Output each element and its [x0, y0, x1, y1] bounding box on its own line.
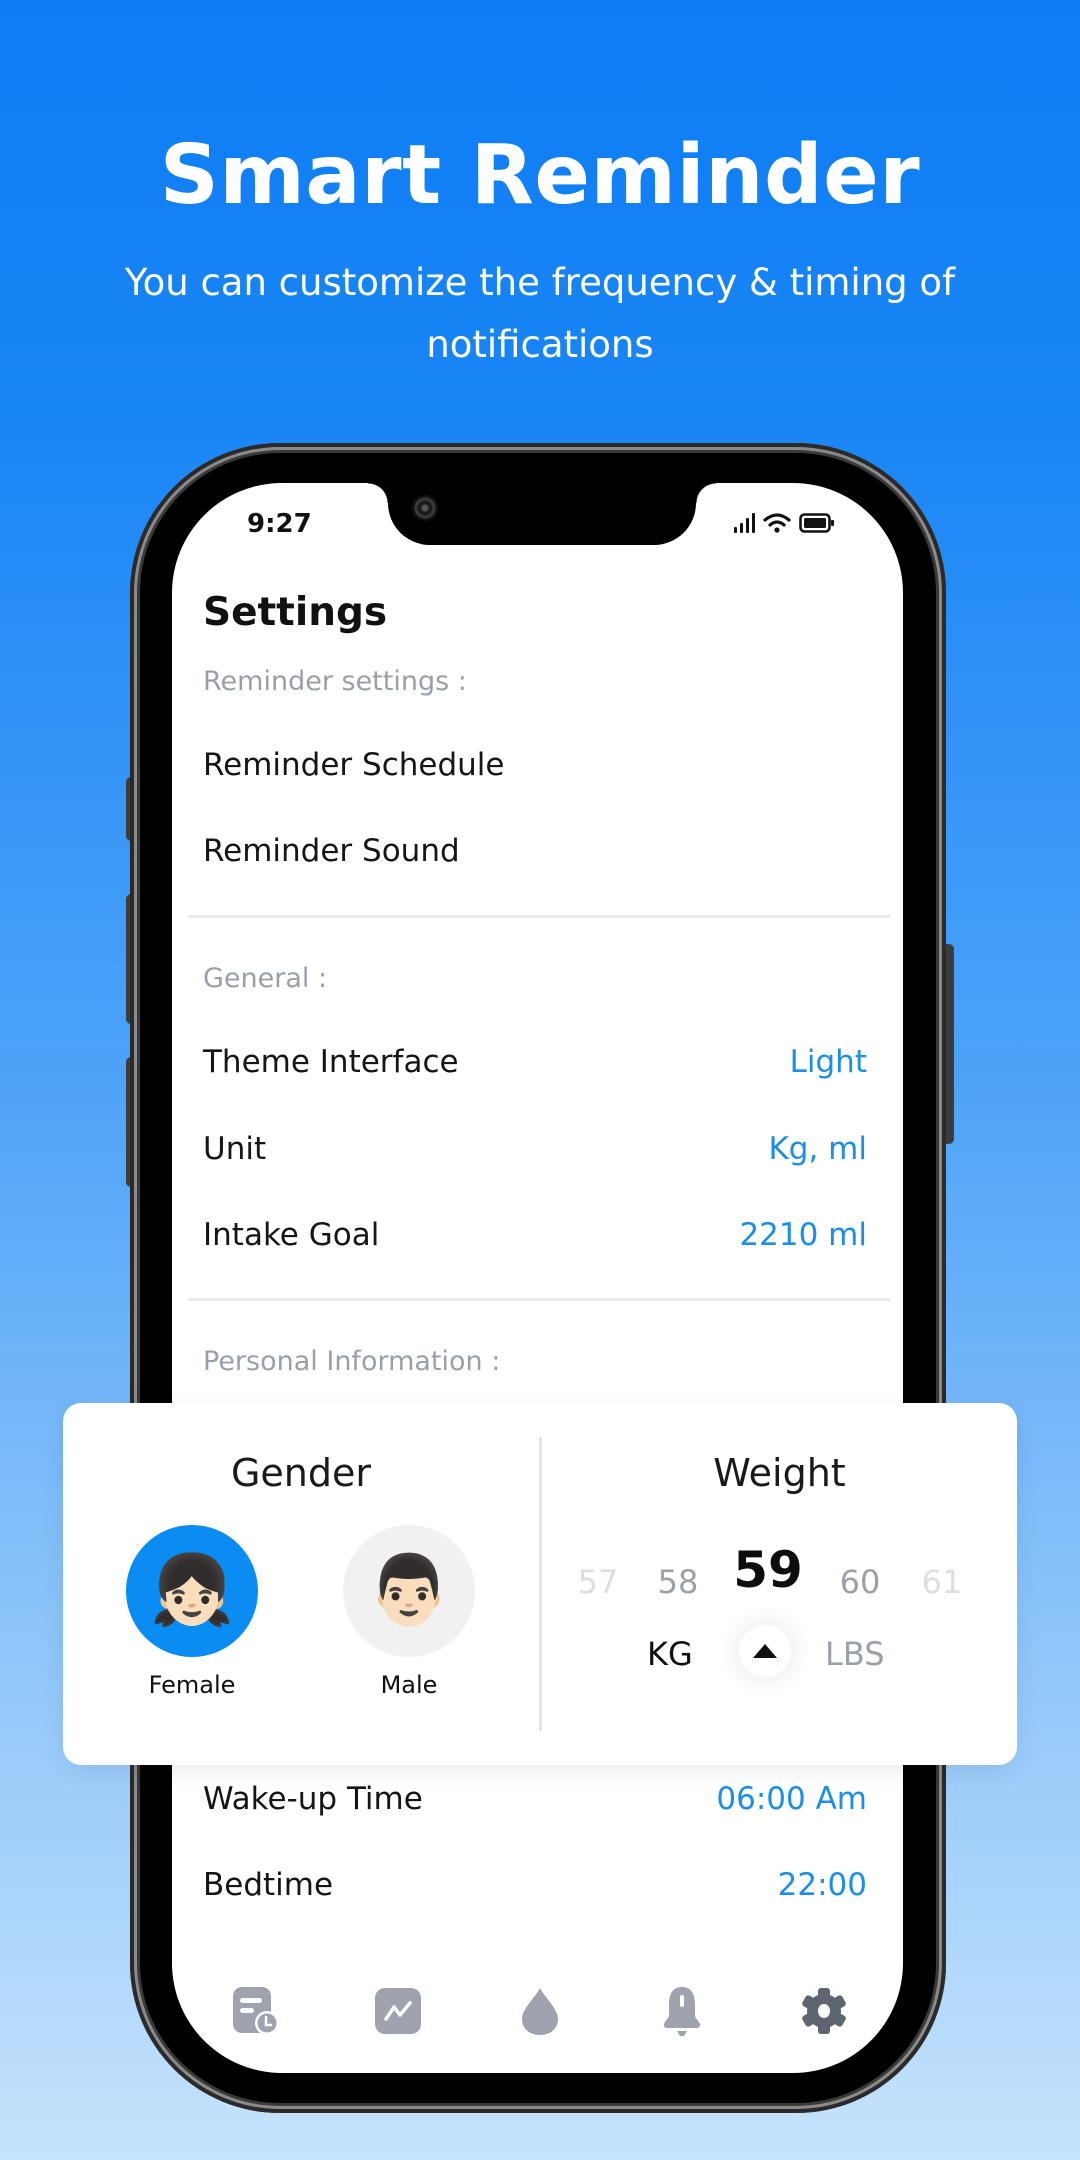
- weight-option[interactable]: 58: [643, 1563, 713, 1601]
- intake-goal-value[interactable]: 2210 ml: [739, 1217, 867, 1253]
- settings-row-intake-goal[interactable]: Intake Goal: [203, 1217, 379, 1253]
- hero-title: Smart Reminder: [159, 128, 921, 223]
- wifi-icon: [763, 513, 791, 533]
- hero-subtitle: You can customize the frequency & timing…: [124, 261, 956, 366]
- section-label-general: General :: [203, 963, 328, 994]
- unit-kg-option[interactable]: KG: [647, 1635, 693, 1673]
- theme-interface-value[interactable]: Light: [790, 1044, 867, 1080]
- notch: [368, 483, 716, 545]
- section-divider: [188, 1298, 891, 1301]
- settings-row-unit[interactable]: Unit: [203, 1131, 266, 1167]
- chart-icon[interactable]: [372, 1985, 424, 2037]
- bell-icon[interactable]: [656, 1985, 708, 2037]
- female-avatar-icon: 👧🏻: [149, 1551, 235, 1630]
- signal-icon: [734, 513, 755, 533]
- unit-value[interactable]: Kg, ml: [768, 1131, 867, 1167]
- unit-lbs-option[interactable]: LBS: [825, 1635, 885, 1673]
- gear-icon[interactable]: [798, 1985, 850, 2037]
- gender-heading: Gender: [230, 1451, 372, 1495]
- water-drop-icon[interactable]: [514, 1985, 566, 2037]
- status-icons: [733, 513, 835, 533]
- status-time: 9:27: [247, 509, 312, 539]
- gender-option-male[interactable]: 👨🏻: [343, 1525, 475, 1657]
- settings-row-reminder-sound[interactable]: Reminder Sound: [203, 833, 460, 869]
- weight-option[interactable]: 57: [563, 1563, 633, 1601]
- section-label-reminder: Reminder settings :: [203, 666, 467, 697]
- phone-screen: 9:27 Settings Reminder settings : Remind…: [172, 483, 903, 2073]
- female-label: Female: [148, 1671, 236, 1699]
- bedtime-value[interactable]: 22:00: [778, 1867, 867, 1903]
- settings-row-wake-up-time[interactable]: Wake-up Time: [203, 1781, 423, 1817]
- male-label: Male: [380, 1671, 438, 1699]
- section-divider: [188, 915, 891, 918]
- history-icon[interactable]: [229, 1985, 281, 2037]
- settings-row-reminder-schedule[interactable]: Reminder Schedule: [203, 747, 504, 783]
- weight-option[interactable]: 61: [907, 1563, 977, 1601]
- section-label-personal: Personal Information :: [203, 1346, 501, 1377]
- camera-icon: [412, 495, 438, 521]
- settings-row-theme-interface[interactable]: Theme Interface: [203, 1044, 459, 1080]
- wake-up-time-value[interactable]: 06:00 Am: [716, 1781, 867, 1817]
- male-avatar-icon: 👨🏻: [366, 1551, 452, 1630]
- settings-row-bedtime[interactable]: Bedtime: [203, 1867, 333, 1903]
- page-title: Settings: [203, 590, 388, 635]
- gender-option-female[interactable]: 👧🏻: [126, 1525, 258, 1657]
- battery-icon: [799, 513, 834, 533]
- unit-toggle[interactable]: [739, 1625, 791, 1677]
- weight-option[interactable]: 60: [825, 1563, 895, 1601]
- profile-card: Gender 👧🏻 Female 👨🏻 Male Weight 57 58 59…: [63, 1403, 1017, 1765]
- weight-heading: Weight: [713, 1451, 846, 1495]
- weight-selected[interactable]: 59: [718, 1541, 818, 1599]
- triangle-up-icon: [753, 1644, 777, 1658]
